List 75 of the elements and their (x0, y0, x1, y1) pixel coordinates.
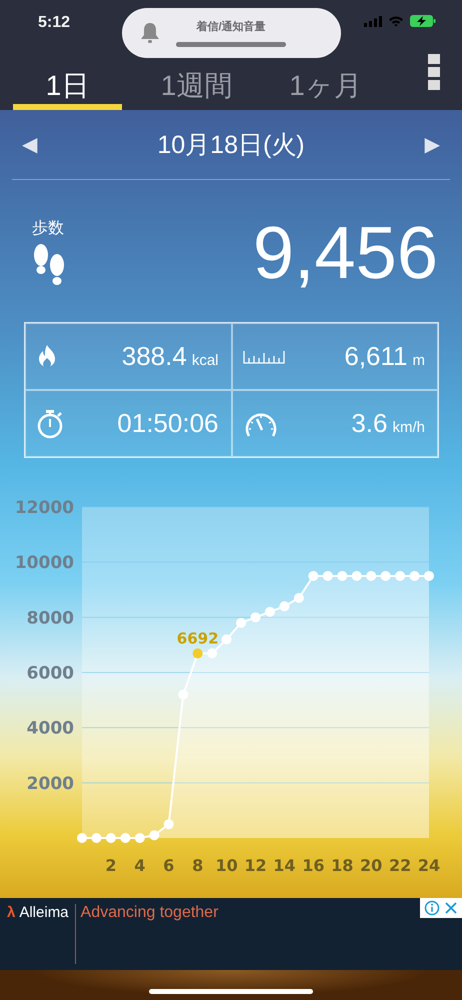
data-point[interactable] (322, 570, 333, 581)
x-axis-label: 22 (388, 856, 412, 875)
menu-icon[interactable] (428, 54, 440, 90)
data-point[interactable] (106, 833, 116, 843)
data-point[interactable] (352, 570, 362, 581)
volume-label: 着信/通知音量 (196, 19, 266, 34)
data-point[interactable] (424, 570, 434, 581)
data-point[interactable] (222, 634, 232, 644)
wifi-icon (388, 15, 404, 27)
ad-banner[interactable]: λ Alleima Advancing together (0, 898, 462, 970)
data-point[interactable] (380, 570, 391, 581)
y-axis-label: 6000 (26, 664, 74, 684)
data-point[interactable] (337, 570, 348, 581)
stat-unit: km/h (392, 419, 425, 436)
date-label: 10月18日(火) (157, 130, 305, 161)
data-point[interactable] (164, 819, 174, 830)
y-axis-label: 8000 (26, 608, 74, 628)
stopwatch-icon (36, 408, 64, 438)
data-point[interactable] (250, 612, 260, 622)
stat-value: 01:50:06 (117, 408, 218, 439)
data-point[interactable] (410, 570, 420, 581)
data-point[interactable] (192, 648, 203, 658)
flame-icon (36, 344, 58, 370)
brand-name: Alleima (19, 904, 69, 921)
data-point[interactable] (236, 618, 246, 628)
brand-logo: λ (7, 904, 16, 921)
data-point[interactable] (134, 833, 145, 843)
x-axis-label: 12 (244, 856, 267, 875)
x-axis-label: 6 (163, 856, 174, 875)
data-point[interactable] (366, 570, 376, 581)
x-axis-label: 10 (215, 856, 238, 875)
home-indicator[interactable] (149, 989, 313, 994)
step-count: 9,456 (252, 210, 438, 294)
next-day-button[interactable]: ▶ (424, 132, 440, 157)
period-tab[interactable]: 1週間 (142, 58, 251, 110)
y-axis-label: 2000 (26, 774, 74, 794)
data-point[interactable] (207, 648, 218, 658)
bell-icon (140, 22, 160, 44)
data-point[interactable] (279, 601, 290, 612)
x-axis-label: 20 (360, 856, 382, 875)
steps-label: 歩数 (32, 218, 64, 238)
data-point[interactable] (178, 690, 188, 700)
x-axis-label: 4 (134, 856, 146, 875)
close-icon[interactable] (444, 901, 458, 915)
ad-tagline: Advancing together (74, 904, 218, 964)
stat-unit: m (412, 352, 425, 369)
info-icon[interactable] (424, 900, 440, 916)
signal-icon (364, 16, 382, 26)
data-point[interactable] (264, 606, 275, 617)
y-axis-label: 12000 (14, 498, 74, 518)
data-point[interactable] (77, 833, 87, 843)
stat-value: 388.4 (122, 341, 187, 372)
x-axis-label: 18 (331, 856, 354, 875)
period-tab[interactable]: 1ヶ月 (271, 58, 380, 110)
data-point[interactable] (149, 830, 160, 840)
y-axis-label: 4000 (26, 718, 74, 739)
stat-value: 3.6 (351, 408, 388, 439)
data-point[interactable] (395, 570, 406, 581)
data-point[interactable] (120, 833, 130, 843)
data-point[interactable] (308, 570, 318, 581)
y-axis-label: 10000 (14, 553, 74, 574)
ruler-icon (242, 350, 284, 364)
data-point[interactable] (91, 833, 102, 843)
value-label: 6692 (176, 629, 219, 648)
previous-day-button[interactable]: ◀ (22, 132, 38, 157)
data-point[interactable] (294, 593, 304, 604)
x-axis-label: 16 (302, 856, 324, 875)
x-axis-label: 2 (105, 856, 116, 875)
x-axis-label: 8 (192, 856, 204, 875)
battery-icon (410, 15, 436, 27)
x-axis-label: 14 (273, 856, 296, 875)
status-time: 5:12 (38, 14, 70, 32)
stat-value: 6,611 (344, 341, 408, 372)
stat-unit: kcal (192, 352, 218, 369)
x-axis-label: 24 (418, 856, 440, 875)
